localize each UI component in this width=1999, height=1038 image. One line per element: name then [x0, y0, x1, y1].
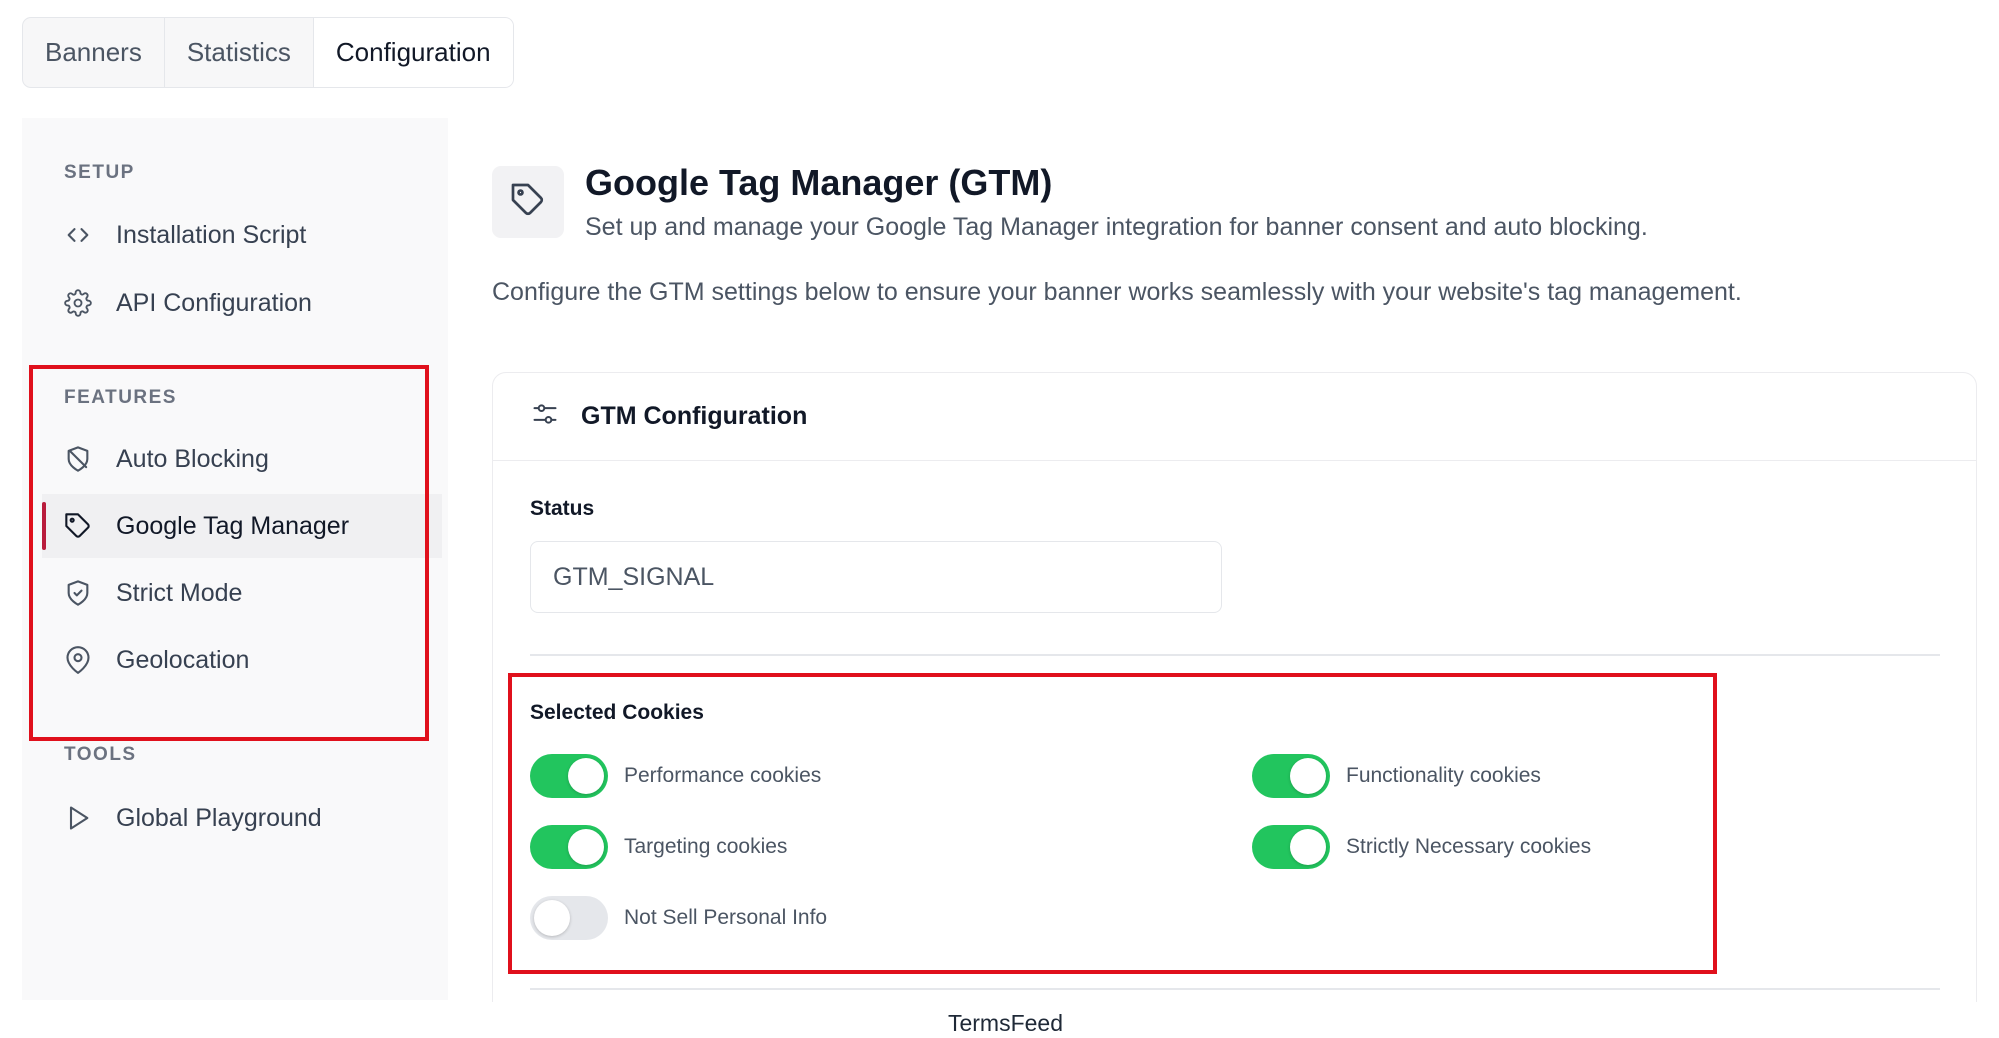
sidebar-item-label: Global Playground	[116, 803, 322, 832]
toggle-not-sell-personal-info[interactable]: Not Sell Personal Info	[530, 896, 827, 940]
status-input[interactable]	[530, 541, 1222, 613]
sidebar: SETUP Installation Script API Configurat…	[22, 118, 448, 1000]
play-icon	[64, 804, 92, 832]
sidebar-item-global-playground[interactable]: Global Playground	[42, 786, 442, 850]
tab-statistics[interactable]: Statistics	[165, 18, 314, 87]
sidebar-item-label: Installation Script	[116, 220, 307, 249]
toggle-performance-cookies[interactable]: Performance cookies	[530, 754, 821, 798]
tab-configuration[interactable]: Configuration	[313, 18, 513, 87]
toggle-switch[interactable]	[1252, 754, 1330, 798]
toggle-label: Targeting cookies	[624, 835, 788, 858]
sidebar-item-auto-blocking[interactable]: Auto Blocking	[42, 427, 442, 491]
sidebar-item-installation-script[interactable]: Installation Script	[42, 203, 442, 267]
section-label-setup: SETUP	[64, 162, 135, 183]
sidebar-item-label: Google Tag Manager	[116, 511, 350, 540]
toggle-switch[interactable]	[1252, 825, 1330, 869]
tag-icon	[64, 512, 92, 540]
toggle-label: Functionality cookies	[1346, 764, 1541, 787]
status-label: Status	[530, 497, 595, 520]
shield-check-icon	[64, 579, 92, 607]
sidebar-item-google-tag-manager[interactable]: Google Tag Manager	[42, 494, 442, 558]
page-title: Google Tag Manager (GTM)	[585, 162, 1053, 203]
selected-cookies-label: Selected Cookies	[530, 701, 704, 724]
code-icon	[64, 221, 92, 249]
sidebar-item-label: Geolocation	[116, 645, 250, 674]
card-header: GTM Configuration	[493, 373, 1976, 461]
card-title: GTM Configuration	[581, 402, 808, 430]
sidebar-item-geolocation[interactable]: Geolocation	[42, 628, 442, 692]
toggle-targeting-cookies[interactable]: Targeting cookies	[530, 825, 787, 869]
map-pin-icon	[64, 646, 92, 674]
divider	[530, 654, 1940, 656]
toggle-switch[interactable]	[530, 825, 608, 869]
toggle-label: Strictly Necessary cookies	[1346, 835, 1592, 858]
toggle-switch[interactable]	[530, 896, 608, 940]
sidebar-item-api-configuration[interactable]: API Configuration	[42, 271, 442, 335]
header-tag-icon-box	[492, 166, 564, 238]
page-description: Configure the GTM settings below to ensu…	[492, 278, 1742, 306]
gtm-configuration-card: GTM Configuration Status Selected Cookie…	[492, 372, 1977, 1038]
tab-banners[interactable]: Banners	[23, 18, 165, 87]
toggle-label: Performance cookies	[624, 764, 822, 787]
top-tabs: Banners Statistics Configuration	[22, 17, 514, 88]
section-label-features: FEATURES	[64, 387, 177, 408]
page-subtitle: Set up and manage your Google Tag Manage…	[585, 213, 1648, 241]
shield-off-icon	[64, 445, 92, 473]
section-label-tools: TOOLS	[64, 744, 137, 765]
sidebar-item-strict-mode[interactable]: Strict Mode	[42, 561, 442, 625]
divider	[530, 988, 1940, 990]
sidebar-item-label: API Configuration	[116, 288, 312, 317]
toggle-functionality-cookies[interactable]: Functionality cookies	[1252, 754, 1541, 798]
sliders-icon	[531, 400, 581, 433]
sidebar-item-label: Auto Blocking	[116, 444, 269, 473]
sidebar-item-label: Strict Mode	[116, 578, 243, 607]
gear-icon	[64, 289, 92, 317]
toggle-strictly-necessary-cookies[interactable]: Strictly Necessary cookies	[1252, 825, 1591, 869]
tag-icon	[510, 182, 546, 223]
footer-caption: TermsFeed	[0, 1002, 1999, 1038]
toggle-switch[interactable]	[530, 754, 608, 798]
toggle-label: Not Sell Personal Info	[624, 906, 828, 929]
